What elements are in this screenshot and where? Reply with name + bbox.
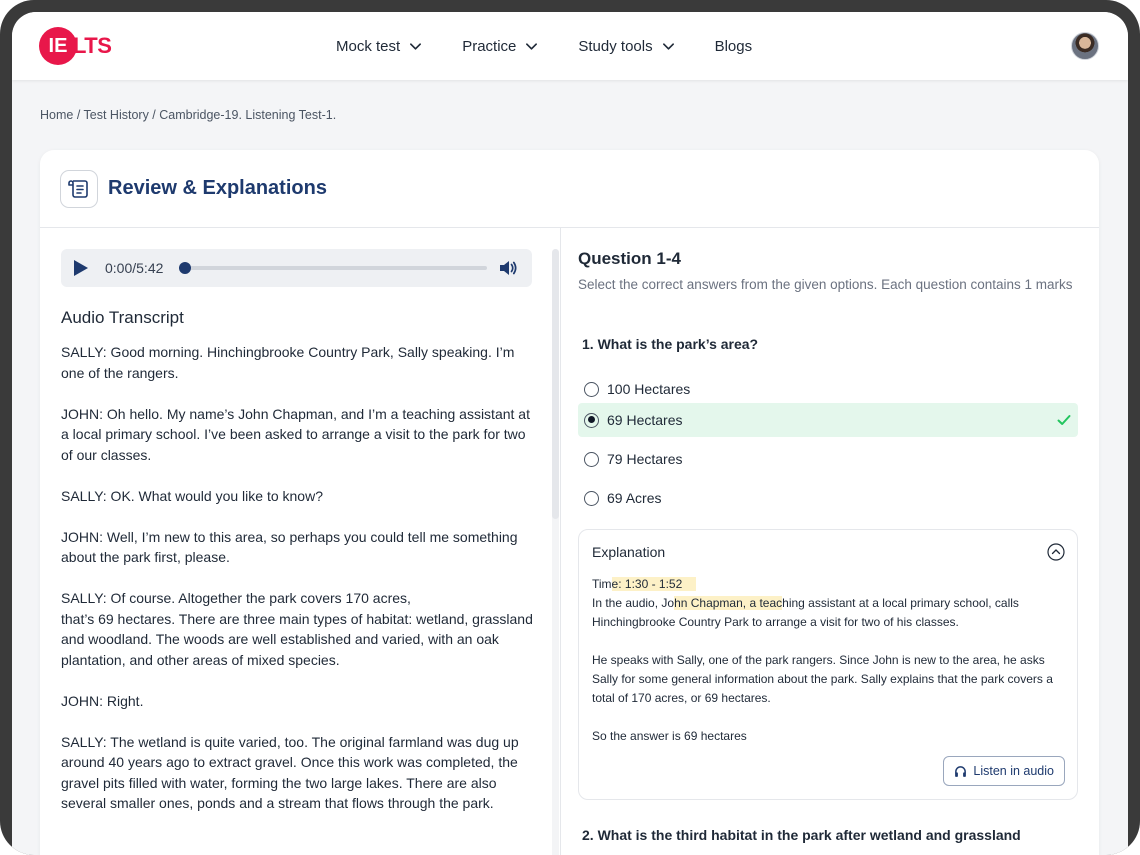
ielts-logo[interactable]: IE LTS <box>39 27 112 65</box>
transcript-paragraph: JOHN: Oh hello. My name’s John Chapman, … <box>61 405 530 463</box>
listen-button-label: Listen in audio <box>973 764 1054 778</box>
radio-button-selected[interactable] <box>584 412 599 428</box>
audio-time: 0:00/5:42 <box>105 260 164 276</box>
explanation-body: Time: 1:30 - 1:52 In the audio, John Cha… <box>592 575 1066 746</box>
document-list-icon <box>60 170 98 208</box>
logo-mark: IE <box>39 27 77 65</box>
listen-in-audio-button[interactable]: Listen in audio <box>943 756 1065 786</box>
answer-option[interactable]: 100 Hectares <box>578 372 1078 406</box>
headphones-icon <box>955 765 967 777</box>
answer-option[interactable]: 69 Acres <box>578 481 1078 515</box>
time-prefix: Tim <box>592 577 612 591</box>
radio-button[interactable] <box>584 381 599 397</box>
chevron-down-icon <box>662 42 674 50</box>
question-2-text: 2. What is the third habitat in the park… <box>582 827 1021 843</box>
nav-mock-test-label: Mock test <box>336 37 401 55</box>
column-divider <box>560 228 561 855</box>
play-icon[interactable] <box>73 259 89 277</box>
nav-study-tools-label: Study tools <box>578 37 653 55</box>
text-highlight: hn Chapman, a teac <box>674 596 783 610</box>
option-label: 79 Hectares <box>607 451 683 467</box>
option-label: 100 Hectares <box>607 381 691 397</box>
audio-player: 0:00/5:42 <box>61 249 532 287</box>
nav-blogs[interactable]: Blogs <box>715 38 753 55</box>
logo-text: LTS <box>73 33 112 58</box>
explanation-text: In the audio, Jo <box>592 596 675 610</box>
explanation-title: Explanation <box>592 544 666 560</box>
device-frame: IE LTS Mock test Practice Study tools Bl… <box>0 0 1140 855</box>
transcript-paragraph: SALLY: Of course. Altogether the park co… <box>61 590 533 668</box>
transcript-body: SALLY: Good morning. Hinchingbrooke Coun… <box>61 342 537 834</box>
card-header: Review & Explanations <box>40 150 1099 228</box>
audio-progress-bar[interactable] <box>183 266 487 270</box>
option-label: 69 Hectares <box>607 412 683 428</box>
question-instructions: Select the correct answers from the give… <box>578 277 1073 292</box>
transcript-paragraph: SALLY: The wetland is quite varied, too.… <box>61 733 519 812</box>
screen: IE LTS Mock test Practice Study tools Bl… <box>12 12 1128 855</box>
transcript-scrollbar-thumb[interactable] <box>552 249 559 519</box>
main-nav: Mock test Practice Study tools Blogs <box>336 12 792 80</box>
user-avatar[interactable] <box>1071 32 1099 60</box>
nav-practice-label: Practice <box>462 37 517 55</box>
nav-study-tools[interactable]: Study tools <box>578 38 674 55</box>
option-label: 69 Acres <box>607 490 662 506</box>
question-group-heading: Question 1-4 <box>578 249 681 268</box>
chevron-down-icon <box>526 42 538 50</box>
chevron-down-icon <box>410 42 422 50</box>
nav-mock-test[interactable]: Mock test <box>336 38 422 55</box>
transcript-paragraph: JOHN: Right. <box>61 692 144 709</box>
transcript-paragraph: SALLY: OK. What would you like to know? <box>61 487 323 504</box>
transcript-paragraph: JOHN: Well, I’m new to this area, so per… <box>61 528 518 566</box>
time-highlight-pad <box>682 577 696 591</box>
breadcrumb[interactable]: Home / Test History / Cambridge-19. List… <box>40 108 336 122</box>
volume-icon[interactable] <box>498 258 518 278</box>
chevron-up-circle-icon[interactable] <box>1047 543 1065 561</box>
transcript-title: Audio Transcript <box>61 308 184 327</box>
radio-button[interactable] <box>584 451 599 467</box>
explanation-paragraph: He speaks with Sally, one of the park ra… <box>592 653 1053 705</box>
review-card: Review & Explanations 0:00/5:42 Audio Tr… <box>40 150 1099 855</box>
explanation-answer: So the answer is 69 hectares <box>592 729 747 743</box>
answer-option[interactable]: 79 Hectares <box>578 442 1078 476</box>
answer-option-correct[interactable]: 69 Hectares <box>578 403 1078 437</box>
page-title: Review & Explanations <box>108 177 327 199</box>
question-1-text: 1. What is the park’s area? <box>582 336 759 352</box>
time-highlight: e: 1:30 - 1:52 <box>611 577 683 591</box>
nav-practice[interactable]: Practice <box>462 38 538 55</box>
transcript-paragraph: SALLY: Good morning. Hinchingbrooke Coun… <box>61 344 515 381</box>
explanation-time: Time: 1:30 - 1:52 <box>592 575 1066 594</box>
explanation-paragraph: In the audio, John Chapman, a teaching a… <box>592 594 1066 632</box>
explanation-panel: Explanation Time: 1:30 - 1:52 In the aud… <box>578 529 1078 800</box>
checkmark-icon <box>1057 415 1071 425</box>
radio-button[interactable] <box>584 490 599 506</box>
top-navbar: IE LTS Mock test Practice Study tools Bl… <box>12 12 1128 80</box>
nav-blogs-label: Blogs <box>714 37 753 55</box>
audio-progress-knob[interactable] <box>179 262 191 274</box>
